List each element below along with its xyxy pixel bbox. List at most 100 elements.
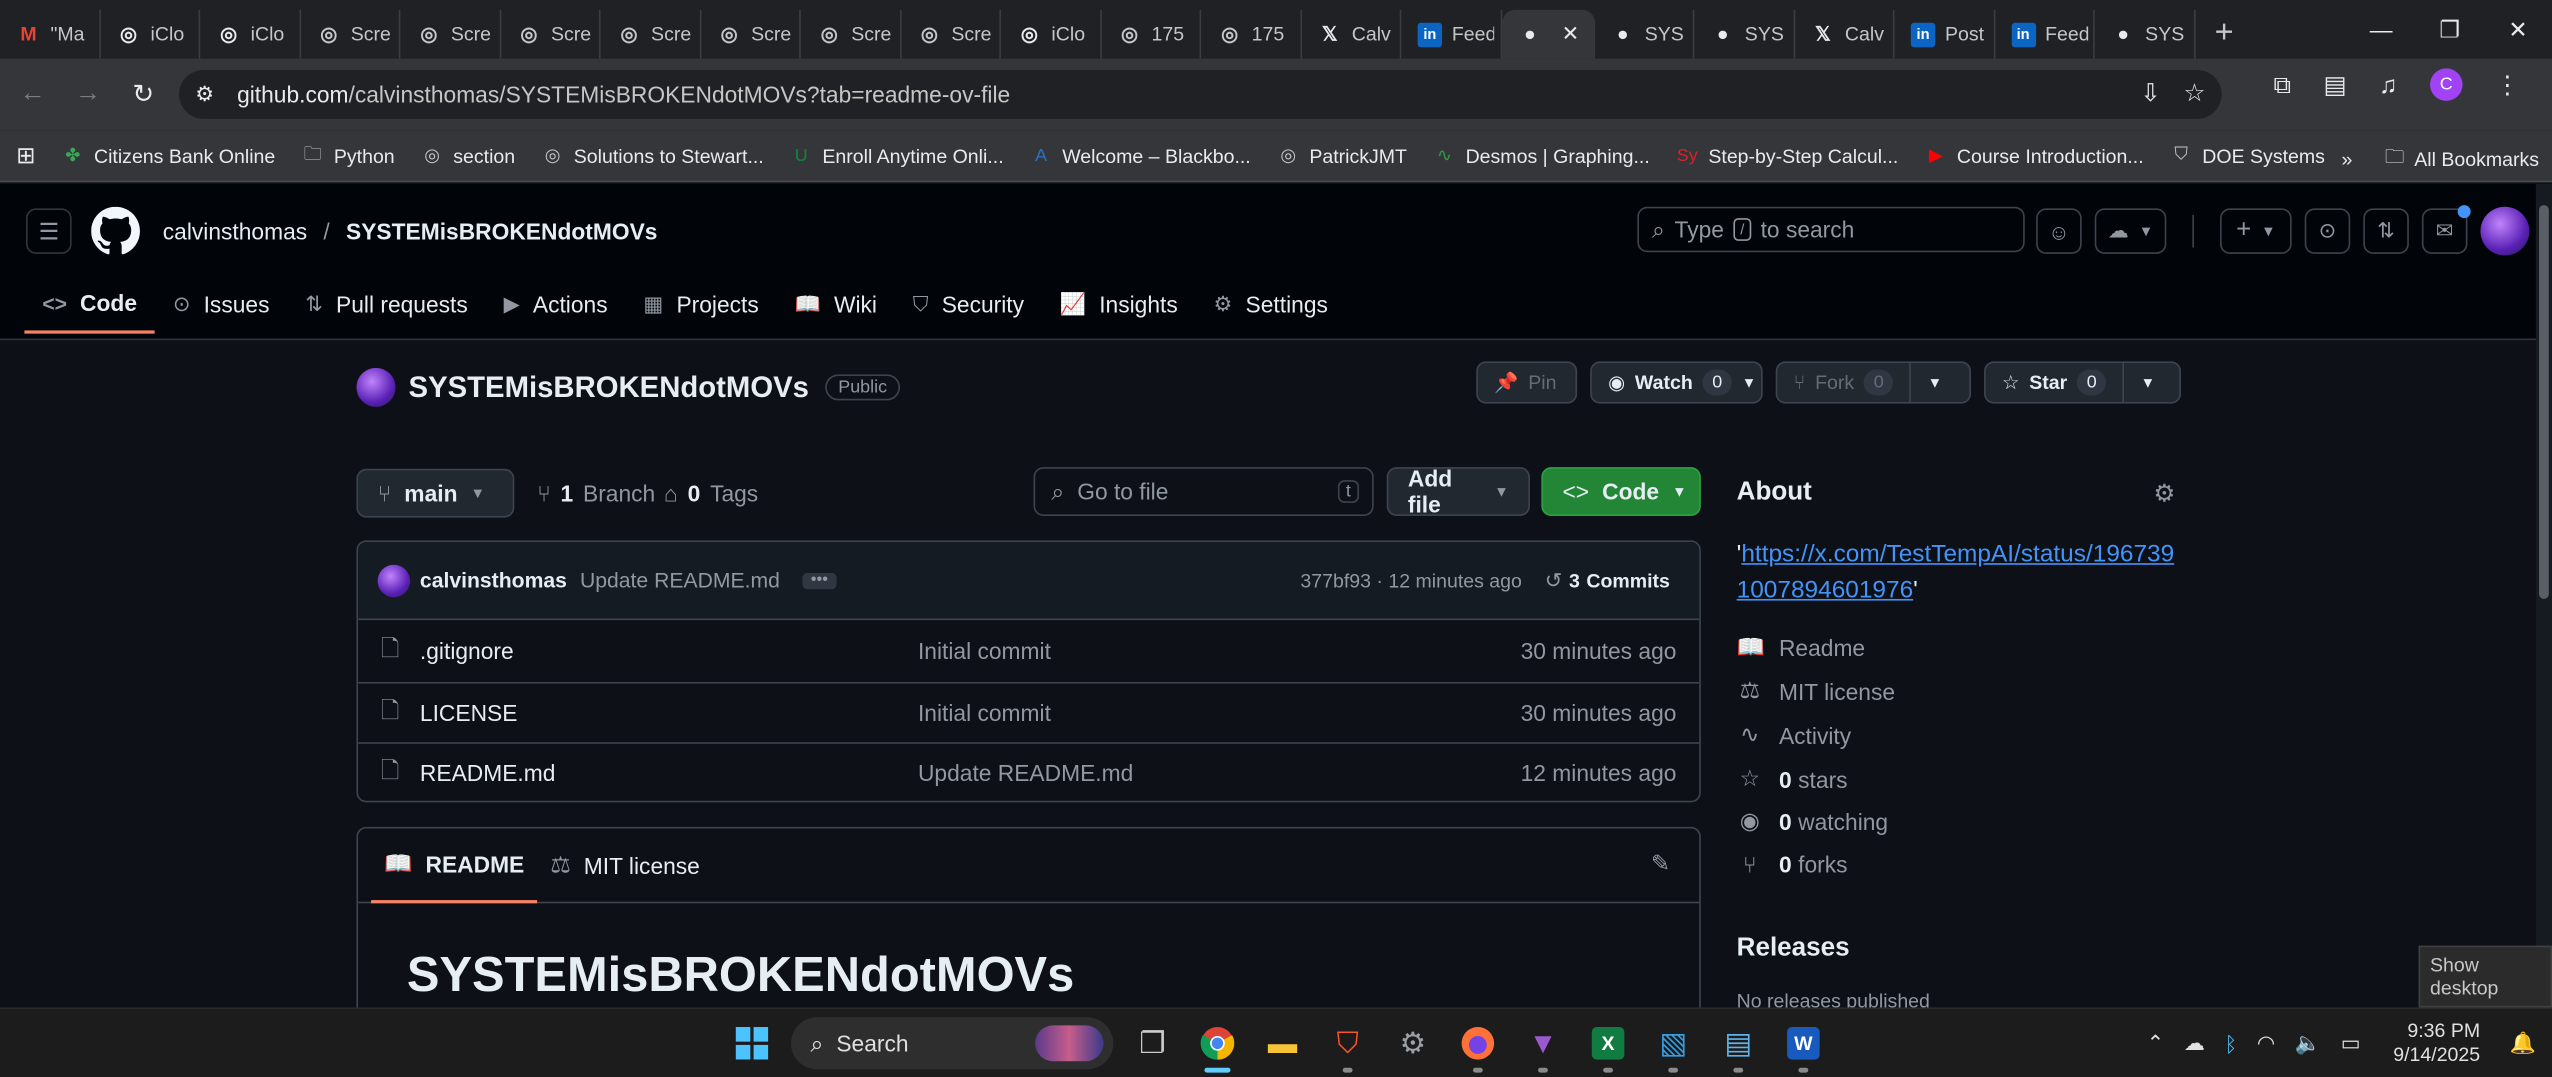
file-row[interactable]: 🗋 LICENSE Initial commit 30 minutes ago (358, 681, 1700, 742)
bookmark-item[interactable]: ▶ Course Introduction... (1924, 144, 2144, 167)
edit-pencil-icon[interactable]: ✎ (1651, 850, 1670, 878)
bluetooth-icon[interactable]: ᛒ (2225, 1031, 2238, 1055)
more-bookmarks-icon[interactable]: » (2341, 147, 2352, 170)
minimize-button[interactable]: — (2347, 0, 2415, 59)
issues-icon[interactable]: ⊙ (2304, 208, 2351, 254)
notification-bell-icon[interactable]: 🔔 (2509, 1030, 2535, 1056)
close-tab-icon[interactable]: ✕ (1562, 21, 1580, 47)
file-commit-message[interactable]: Initial commit (918, 638, 1051, 664)
vscode-icon[interactable]: ▼ (1517, 1017, 1569, 1073)
bookmark-star-icon[interactable]: ☆ (2184, 78, 2206, 108)
site-info-icon[interactable]: ⚙ (195, 81, 214, 107)
restore-button[interactable]: ❐ (2415, 0, 2483, 59)
address-bar[interactable]: ⚙ github.com/calvinsthomas/SYSTEMisBROKE… (179, 69, 2222, 119)
firefox-icon[interactable] (1452, 1017, 1504, 1073)
branch-selector[interactable]: ⑂ main ▼ (356, 468, 515, 518)
branches-link[interactable]: ⑂ 1 Branch (537, 480, 655, 506)
tab-insights[interactable]: 📈 Insights (1042, 275, 1196, 334)
browser-tab[interactable]: 𝕏 Calv (1794, 9, 1895, 59)
go-to-file-input[interactable]: ⌕ Go to file t (1033, 467, 1374, 516)
taskbar-search[interactable]: ⌕ Search (791, 1017, 1114, 1070)
chevron-down-icon[interactable]: ▼ (1742, 374, 1757, 390)
paint-icon[interactable]: ▧ (1647, 1017, 1699, 1073)
browser-tab[interactable]: ◎ Scre (601, 9, 701, 59)
word-icon[interactable]: W (1777, 1017, 1829, 1073)
battery-icon[interactable]: ▭ (2341, 1030, 2361, 1056)
browser-tab[interactable]: ◎ iClo (1001, 9, 1102, 59)
bookmark-item[interactable]: ⛉ DOE Systems (2170, 144, 2325, 167)
browser-tab[interactable]: ● SYS (1594, 9, 1695, 59)
browser-tab[interactable]: in Feed (1401, 9, 1502, 59)
browser-tab[interactable]: ● SYS (2095, 9, 2195, 59)
bookmark-item[interactable]: A Welcome – Blackbo... (1030, 144, 1251, 167)
browser-tab[interactable]: ◎ iClo (200, 9, 301, 59)
volume-icon[interactable]: 🔈 (2295, 1030, 2321, 1056)
about-link[interactable]: https://x.com/TestTempAI/status/19673910… (1737, 540, 2175, 603)
all-bookmarks[interactable]: 🗀 All Bookmarks (2385, 142, 2539, 176)
menu-icon[interactable]: ⋮ (2495, 70, 2519, 100)
browser-tab[interactable]: ◎ Scre (400, 9, 501, 59)
forks-link[interactable]: ⑂ 0 forks (1737, 851, 1848, 877)
settings-gear-icon[interactable]: ⚙ (1387, 1017, 1439, 1069)
commit-hash-time[interactable]: 377bf93 · 12 minutes ago (1300, 569, 1522, 592)
fork-button[interactable]: ⑂ Fork 0 ▼ (1775, 361, 1972, 404)
file-explorer-icon[interactable]: ▬ (1257, 1017, 1309, 1069)
bookmark-item[interactable]: U Enroll Anytime Onli... (790, 144, 1004, 167)
onedrive-icon[interactable]: ☁ (2184, 1030, 2205, 1056)
star-button[interactable]: ☆ Star 0 ▼ (1984, 361, 2181, 404)
author-avatar[interactable] (377, 563, 411, 597)
bookmark-item[interactable]: ◎ section (421, 144, 515, 167)
profile-avatar[interactable]: C (2430, 68, 2463, 101)
activity-link[interactable]: ∿ Activity (1737, 721, 1851, 749)
inbox-icon[interactable]: ✉ (2421, 205, 2471, 254)
tab-issues[interactable]: ⊙ Issues (155, 275, 287, 334)
file-name[interactable]: LICENSE (420, 699, 518, 725)
hamburger-menu-icon[interactable]: ☰ (26, 208, 72, 254)
wifi-icon[interactable]: ◠ (2257, 1030, 2275, 1056)
browser-tab[interactable]: M "Ma (0, 9, 101, 59)
file-name[interactable]: README.md (420, 760, 555, 786)
forward-button[interactable]: → (62, 68, 114, 120)
watching-link[interactable]: ◉ 0 watching (1737, 807, 1888, 835)
commit-details-toggle[interactable]: ••• (802, 571, 837, 589)
license-link[interactable]: ⚖ MIT license (1737, 677, 1895, 705)
file-name[interactable]: .gitignore (420, 638, 514, 664)
github-search-input[interactable]: ⌕ Type / to search (1637, 206, 2025, 253)
notepad-icon[interactable]: ▤ (1712, 1017, 1764, 1073)
windows-start-icon[interactable] (726, 1017, 778, 1069)
bookmark-item[interactable]: ◎ Solutions to Stewart... (541, 144, 764, 167)
tab-readme[interactable]: 📖 README (371, 828, 538, 903)
breadcrumb-owner[interactable]: calvinsthomas (163, 218, 307, 244)
code-button[interactable]: <> Code ▼ (1541, 467, 1701, 516)
excel-icon[interactable]: X (1582, 1017, 1634, 1073)
file-row[interactable]: 🗋 README.md Update README.md 12 minutes ago (358, 742, 1700, 801)
browser-tab[interactable]: ● ✕ (1501, 9, 1595, 59)
commit-message[interactable]: Update README.md (580, 568, 780, 592)
back-button[interactable]: ← (7, 68, 59, 120)
file-row[interactable]: 🗋 .gitignore Initial commit 30 minutes ago (358, 620, 1699, 681)
new-tab-button[interactable]: + (2195, 14, 2254, 51)
github-logo-icon[interactable] (91, 206, 140, 256)
watch-button[interactable]: ◉ Watch 0 ▼ (1590, 361, 1763, 404)
add-file-button[interactable]: Add file ▼ (1386, 465, 1530, 518)
browser-tab[interactable]: ● SYS (1694, 9, 1795, 59)
reload-button[interactable]: ↻ (117, 68, 169, 120)
create-new-button[interactable]: + ▼ (2220, 208, 2292, 254)
media-icon[interactable]: ♫ (2379, 71, 2397, 99)
tab-wiki[interactable]: 📖 Wiki (777, 275, 895, 334)
close-window-button[interactable]: ✕ (2484, 0, 2552, 59)
bookmark-item[interactable]: ◎ PatrickJMT (1277, 144, 1407, 167)
releases-heading[interactable]: Releases (1737, 934, 1850, 963)
file-commit-message[interactable]: Initial commit (918, 699, 1051, 725)
browser-tab[interactable]: ◎ iClo (100, 9, 201, 59)
tab-projects[interactable]: ▦ Projects (626, 275, 777, 334)
browser-tab[interactable]: in Post (1895, 9, 1995, 59)
browser-tab[interactable]: ◎ Scre (500, 9, 601, 59)
tab-license[interactable]: ⚖ MIT license (537, 828, 713, 902)
tab-code[interactable]: <> Code (24, 275, 155, 334)
gear-icon[interactable]: ⚙ (2153, 479, 2175, 508)
pull-requests-icon[interactable]: ⇅ (2363, 208, 2409, 254)
tab-actions[interactable]: ▶ Actions (486, 275, 626, 334)
scrollbar-thumb[interactable] (2539, 205, 2549, 599)
browser-tab[interactable]: ◎ Scre (701, 9, 801, 59)
